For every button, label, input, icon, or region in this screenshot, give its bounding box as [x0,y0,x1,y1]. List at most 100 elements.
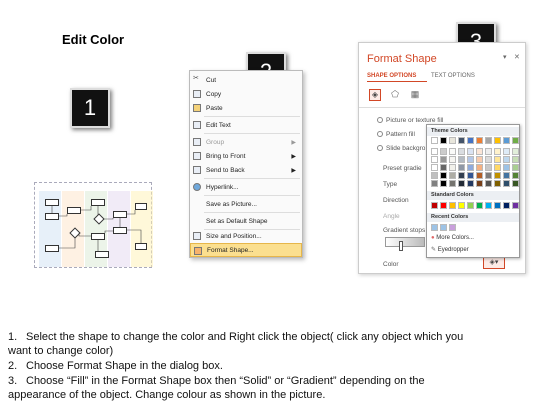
color-swatch[interactable] [494,180,501,187]
color-swatch[interactable] [458,164,465,171]
color-swatch[interactable] [458,148,465,155]
color-swatch[interactable] [503,180,510,187]
flowchart-thumbnail[interactable] [34,182,153,268]
color-swatch[interactable] [485,172,492,179]
color-swatch[interactable] [431,172,438,179]
color-swatch[interactable] [458,172,465,179]
menu-item-hyperlink[interactable]: Hyperlink... [190,180,302,194]
color-swatch[interactable] [458,180,465,187]
color-swatch[interactable] [485,148,492,155]
menu-item-save-as-picture[interactable]: Save as Picture... [190,197,302,211]
picture-fill-option[interactable]: Picture or texture fill [377,117,443,124]
color-swatch[interactable] [431,180,438,187]
color-swatch[interactable] [512,137,519,144]
color-swatch[interactable] [503,164,510,171]
color-swatch[interactable] [503,148,510,155]
color-swatch[interactable] [449,148,456,155]
color-swatch[interactable] [503,172,510,179]
color-swatch[interactable] [431,137,438,144]
color-swatch[interactable] [440,148,447,155]
color-swatch[interactable] [467,156,474,163]
color-swatch[interactable] [476,137,483,144]
color-swatch[interactable] [440,224,447,231]
color-swatch[interactable] [503,156,510,163]
color-swatch[interactable] [449,224,456,231]
tab-text-options[interactable]: TEXT OPTIONS [431,73,475,79]
color-swatch[interactable] [476,172,483,179]
menu-item-size-and-position[interactable]: Size and Position... [190,229,302,243]
color-swatch[interactable] [476,164,483,171]
pattern-fill-option[interactable]: Pattern fill [377,131,415,138]
color-swatch[interactable] [467,148,474,155]
color-swatch[interactable] [449,180,456,187]
color-swatch[interactable] [458,156,465,163]
menu-item-send-to-back[interactable]: Send to Back ▶ [190,163,302,177]
color-swatch[interactable] [440,156,447,163]
color-swatch[interactable] [440,172,447,179]
color-swatch[interactable] [449,156,456,163]
color-swatch[interactable] [485,164,492,171]
menu-item-bring-to-front[interactable]: Bring to Front ▶ [190,149,302,163]
menu-item-cut[interactable]: ✂ Cut [190,73,302,87]
color-swatch[interactable] [431,156,438,163]
color-swatch[interactable] [503,137,510,144]
color-swatch[interactable] [467,180,474,187]
color-swatch[interactable] [440,202,447,209]
menu-item-group[interactable]: Group ▶ [190,135,302,149]
color-swatch[interactable] [494,148,501,155]
color-swatch[interactable] [440,180,447,187]
menu-item-format-shape[interactable]: Format Shape... [190,243,302,257]
menu-item-set-default-shape[interactable]: Set as Default Shape [190,214,302,228]
color-swatch[interactable] [476,202,483,209]
menu-item-copy[interactable]: Copy [190,87,302,101]
color-swatch[interactable] [449,164,456,171]
color-swatch[interactable] [467,172,474,179]
menu-item-paste[interactable]: Paste [190,101,302,115]
color-swatch[interactable] [485,137,492,144]
color-swatch[interactable] [494,202,501,209]
color-swatch[interactable] [494,156,501,163]
color-swatch[interactable] [449,172,456,179]
color-swatch[interactable] [485,202,492,209]
color-swatch[interactable] [494,137,501,144]
menu-item-edit-text[interactable]: Edit Text [190,118,302,132]
color-swatch[interactable] [494,164,501,171]
fill-line-icon[interactable]: ◈ [369,89,381,101]
color-swatch[interactable] [485,156,492,163]
color-swatch[interactable] [512,156,519,163]
color-swatch[interactable] [449,137,456,144]
close-icon[interactable]: ✕ [514,53,520,61]
effects-icon[interactable]: ⬠ [389,89,401,101]
size-properties-icon[interactable]: ▦ [409,89,421,101]
more-colors-item[interactable]: ● More Colors... [431,235,474,241]
color-swatch[interactable] [449,202,456,209]
color-swatch[interactable] [485,180,492,187]
gradient-bar[interactable] [385,237,425,247]
color-swatch[interactable] [467,202,474,209]
color-swatch[interactable] [431,224,438,231]
color-swatch[interactable] [512,202,519,209]
tab-shape-options[interactable]: SHAPE OPTIONS [367,73,416,79]
color-swatch[interactable] [503,202,510,209]
color-swatch[interactable] [431,164,438,171]
slide-background-fill-option[interactable]: Slide backgro [377,145,425,152]
gradient-stop-handle[interactable] [399,241,403,251]
color-swatch[interactable] [476,180,483,187]
color-swatch[interactable] [512,180,519,187]
color-swatch[interactable] [431,148,438,155]
chevron-down-icon[interactable]: ▾ [503,53,507,61]
color-swatch[interactable] [431,202,438,209]
color-swatch[interactable] [458,137,465,144]
color-swatch[interactable] [467,137,474,144]
color-swatch[interactable] [494,172,501,179]
eyedropper-item[interactable]: ✎ Eyedropper [431,246,469,253]
color-picker-button[interactable]: ◈▾ [483,257,505,269]
color-swatch[interactable] [512,148,519,155]
color-swatch[interactable] [476,148,483,155]
color-swatch[interactable] [440,164,447,171]
color-swatch[interactable] [512,164,519,171]
color-swatch[interactable] [467,164,474,171]
color-swatch[interactable] [458,202,465,209]
color-swatch[interactable] [440,137,447,144]
color-swatch[interactable] [476,156,483,163]
